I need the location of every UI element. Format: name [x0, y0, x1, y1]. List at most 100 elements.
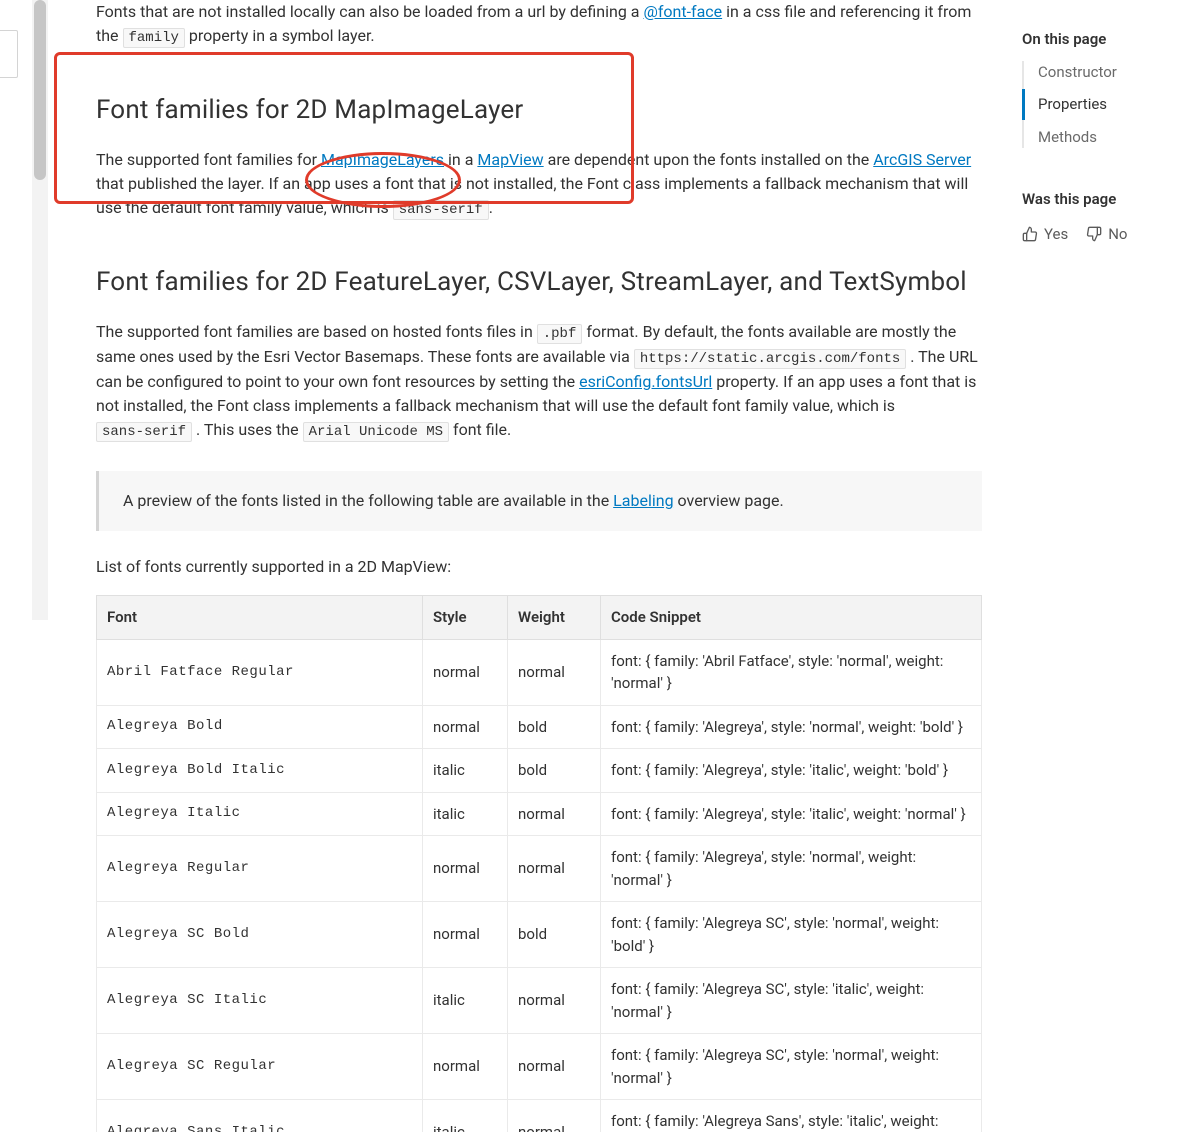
font-snippet-cell: font: { family: 'Alegreya SC', style: 'i… — [601, 968, 982, 1034]
font-snippet-cell: font: { family: 'Alegreya', style: 'ital… — [601, 749, 982, 793]
th-font: Font — [97, 596, 423, 640]
font-style-cell: normal — [423, 639, 508, 705]
feedback-no-label: No — [1108, 223, 1127, 246]
text: that published the layer. If an app uses… — [96, 174, 968, 217]
font-name-cell: Alegreya Italic — [97, 792, 423, 836]
table-row: Alegreya Regularnormalnormalfont: { fami… — [97, 836, 982, 902]
th-weight: Weight — [508, 596, 601, 640]
intro-paragraph: Fonts that are not installed locally can… — [96, 0, 982, 49]
font-style-cell: italic — [423, 749, 508, 793]
font-name-cell: Alegreya SC Italic — [97, 968, 423, 1034]
text: font file. — [453, 420, 511, 439]
feedback-block: Was this page Yes No — [1022, 188, 1192, 245]
family-code: family — [123, 28, 185, 48]
font-style-cell: normal — [423, 705, 508, 749]
table-row: Abril Fatface Regularnormalnormalfont: {… — [97, 639, 982, 705]
fontsurl-link[interactable]: esriConfig.fontsUrl — [579, 372, 712, 391]
callout-box: A preview of the fonts listed in the fol… — [96, 471, 982, 531]
thumbs-up-icon — [1022, 226, 1038, 242]
font-style-cell: normal — [423, 836, 508, 902]
font-name-cell: Alegreya SC Regular — [97, 1034, 423, 1100]
font-name-cell: Alegreya SC Bold — [97, 902, 423, 968]
font-weight-cell: normal — [508, 639, 601, 705]
thumbs-down-icon — [1086, 226, 1102, 242]
sans-serif-code: sans-serif — [393, 200, 489, 220]
on-this-page-item[interactable]: Properties — [1038, 93, 1192, 116]
font-snippet-cell: font: { family: 'Abril Fatface', style: … — [601, 639, 982, 705]
sans-serif-code: sans-serif — [96, 422, 192, 442]
table-row: Alegreya Boldnormalboldfont: { family: '… — [97, 705, 982, 749]
mapimagelayers-link[interactable]: MapImageLayers — [321, 150, 444, 169]
table-row: Alegreya Italicitalicnormalfont: { famil… — [97, 792, 982, 836]
font-weight-cell: normal — [508, 1034, 601, 1100]
table-row: Alegreya Bold Italicitalicboldfont: { fa… — [97, 749, 982, 793]
font-face-link[interactable]: @font-face — [643, 2, 722, 21]
feedback-title: Was this page — [1022, 188, 1192, 211]
right-rail: On this page Constructor Properties Method… — [1010, 0, 1192, 1132]
left-nav-toggle[interactable] — [0, 30, 18, 78]
callout-text: A preview of the fonts listed in the fol… — [123, 491, 613, 510]
font-weight-cell: normal — [508, 968, 601, 1034]
font-weight-cell: normal — [508, 836, 601, 902]
table-row: Alegreya SC Regularnormalnormalfont: { f… — [97, 1034, 982, 1100]
font-style-cell: italic — [423, 1100, 508, 1132]
featurelayer-paragraph: The supported font families are based on… — [96, 320, 982, 443]
font-weight-cell: bold — [508, 902, 601, 968]
th-snippet: Code Snippet — [601, 596, 982, 640]
font-style-cell: italic — [423, 792, 508, 836]
table-row: Alegreya Sans Italicitalicnormalfont: { … — [97, 1100, 982, 1132]
on-this-page-item[interactable]: Constructor — [1038, 61, 1192, 84]
callout-text: overview page. — [678, 491, 784, 510]
text: in a — [448, 150, 477, 169]
labeling-link[interactable]: Labeling — [613, 491, 673, 510]
font-snippet-cell: font: { family: 'Alegreya', style: 'norm… — [601, 705, 982, 749]
font-style-cell: italic — [423, 968, 508, 1034]
table-row: Alegreya SC Boldnormalboldfont: { family… — [97, 902, 982, 968]
mapview-link[interactable]: MapView — [477, 150, 543, 169]
font-snippet-cell: font: { family: 'Alegreya Sans', style: … — [601, 1100, 982, 1132]
on-this-page-item[interactable]: Methods — [1038, 126, 1192, 149]
font-snippet-cell: font: { family: 'Alegreya', style: 'norm… — [601, 836, 982, 902]
text: . This uses the — [196, 420, 303, 439]
scrollbar-thumb[interactable] — [34, 0, 46, 180]
intro-text: Fonts that are not installed locally can… — [96, 2, 643, 21]
font-snippet-cell: font: { family: 'Alegreya', style: 'ital… — [601, 792, 982, 836]
font-name-cell: Alegreya Sans Italic — [97, 1100, 423, 1132]
font-name-cell: Alegreya Regular — [97, 836, 423, 902]
font-name-cell: Alegreya Bold Italic — [97, 749, 423, 793]
on-this-page-title: On this page — [1022, 28, 1192, 51]
font-weight-cell: bold — [508, 705, 601, 749]
font-weight-cell: normal — [508, 1100, 601, 1132]
font-weight-cell: bold — [508, 749, 601, 793]
text: The supported font families are based on… — [96, 322, 537, 341]
font-snippet-cell: font: { family: 'Alegreya SC', style: 'n… — [601, 1034, 982, 1100]
mapimagelayer-paragraph: The supported font families for MapImage… — [96, 148, 982, 221]
arcgis-server-link[interactable]: ArcGIS Server — [873, 150, 971, 169]
font-style-cell: normal — [423, 902, 508, 968]
font-style-cell: normal — [423, 1034, 508, 1100]
main-content: Fonts that are not installed locally can… — [48, 0, 1010, 1132]
font-name-cell: Alegreya Bold — [97, 705, 423, 749]
th-style: Style — [423, 596, 508, 640]
feedback-no-button[interactable]: No — [1086, 223, 1127, 246]
font-name-cell: Abril Fatface Regular — [97, 639, 423, 705]
section-title-featurelayer: Font families for 2D FeatureLayer, CSVLa… — [96, 263, 982, 302]
left-rail — [0, 0, 48, 1132]
table-header-row: Font Style Weight Code Snippet — [97, 596, 982, 640]
font-table: Font Style Weight Code Snippet Abril Fat… — [96, 595, 982, 1132]
on-this-page-list: Constructor Properties Methods — [1022, 61, 1192, 149]
list-intro: List of fonts currently supported in a 2… — [96, 555, 982, 579]
font-snippet-cell: font: { family: 'Alegreya SC', style: 'n… — [601, 902, 982, 968]
text: . — [489, 198, 493, 217]
text: are dependent upon the fonts installed o… — [548, 150, 874, 169]
intro-text: property in a symbol layer. — [189, 26, 375, 45]
arial-unicode-code: Arial Unicode MS — [303, 422, 449, 442]
feedback-yes-label: Yes — [1044, 223, 1068, 246]
feedback-yes-button[interactable]: Yes — [1022, 223, 1068, 246]
text: The supported font families for — [96, 150, 321, 169]
font-weight-cell: normal — [508, 792, 601, 836]
pbf-code: .pbf — [537, 324, 583, 344]
fonts-url-code: https://static.arcgis.com/fonts — [634, 349, 906, 369]
section-title-mapimagelayer: Font families for 2D MapImageLayer — [96, 91, 982, 130]
table-row: Alegreya SC Italicitalicnormalfont: { fa… — [97, 968, 982, 1034]
